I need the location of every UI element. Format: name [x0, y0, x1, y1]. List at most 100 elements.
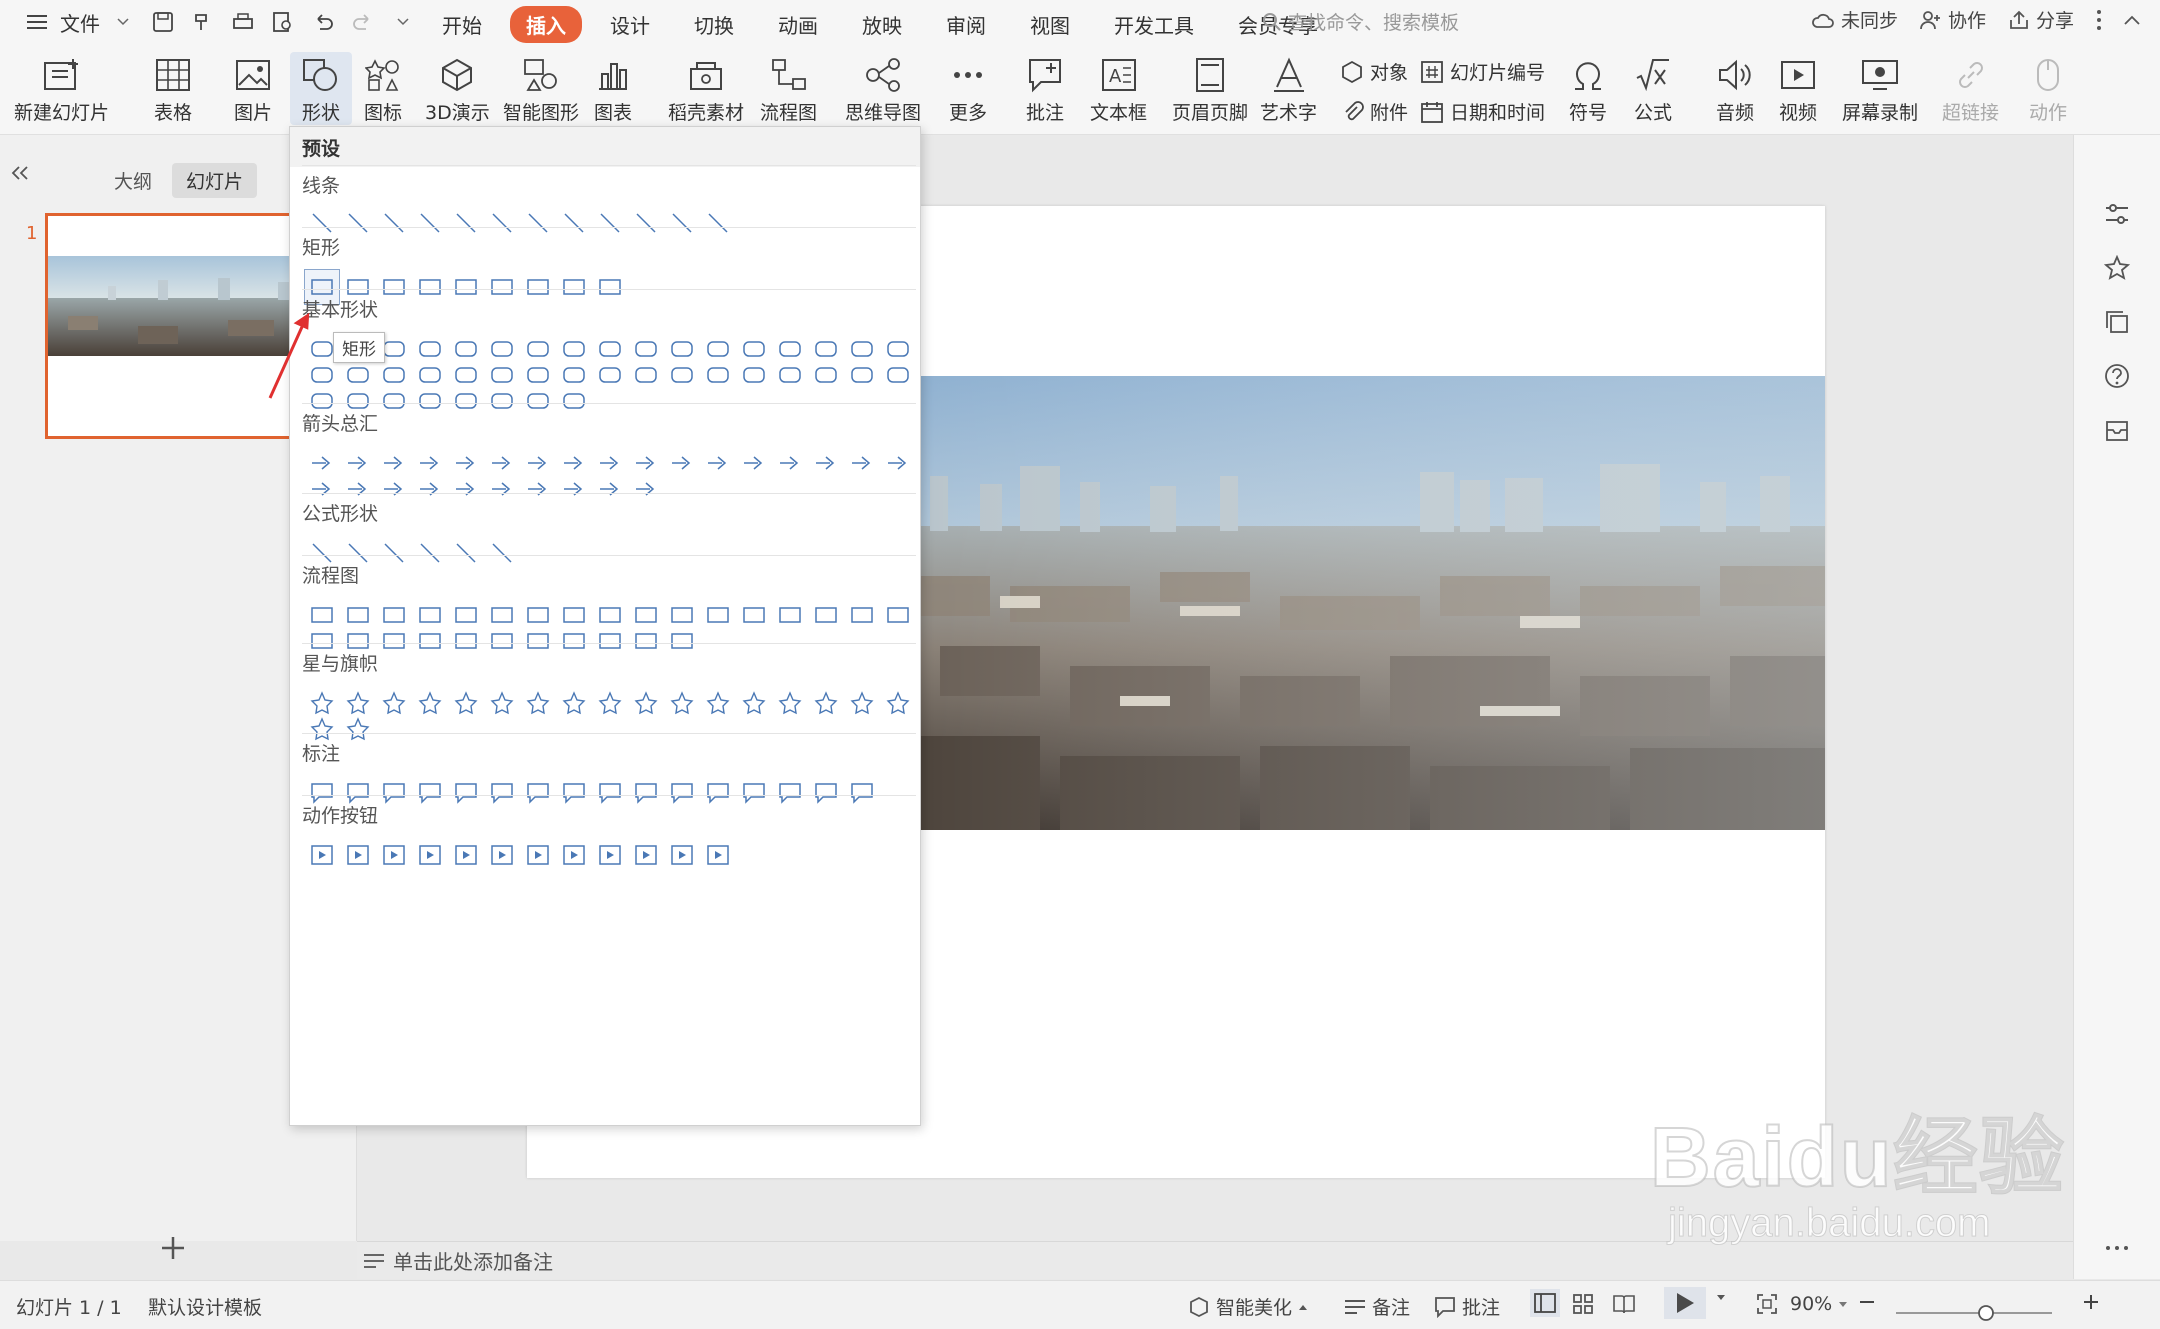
shape-option[interactable] [448, 535, 484, 571]
shape-option[interactable] [484, 383, 520, 419]
shape-option[interactable] [700, 357, 736, 393]
shape-option[interactable] [448, 269, 484, 305]
hamburger-icon[interactable] [20, 5, 54, 39]
more-button[interactable]: 更多 [945, 52, 991, 125]
shape-option[interactable] [376, 383, 412, 419]
comments-toggle[interactable]: 批注 [1434, 1293, 1500, 1320]
tab-insert[interactable]: 插入 [510, 6, 582, 43]
shape-option[interactable] [376, 685, 412, 721]
shape-option[interactable] [844, 685, 880, 721]
shape-option[interactable] [592, 471, 628, 507]
screen-record-button[interactable]: 屏幕录制 [1842, 52, 1918, 125]
tab-view[interactable]: 视图 [1014, 6, 1086, 43]
normal-view-button[interactable] [1530, 1289, 1560, 1317]
shape-option[interactable] [700, 445, 736, 481]
shape-option[interactable] [772, 597, 808, 633]
slide-number-button[interactable]: 幻灯片编号 [1420, 58, 1545, 85]
zoom-level[interactable]: 90% [1790, 1293, 1848, 1315]
shape-option[interactable] [340, 837, 376, 873]
shape-option[interactable] [376, 205, 412, 241]
share-button[interactable]: 分享 [2008, 6, 2074, 33]
shape-option[interactable] [808, 685, 844, 721]
shape-option[interactable] [664, 685, 700, 721]
shape-option[interactable] [700, 837, 736, 873]
shape-option[interactable] [844, 357, 880, 393]
shape-option[interactable] [484, 685, 520, 721]
shape-option[interactable] [700, 597, 736, 633]
sync-status[interactable]: 未同步 [1811, 6, 1898, 33]
shape-option[interactable] [556, 383, 592, 419]
shape-option[interactable] [412, 471, 448, 507]
symbol-button[interactable]: 符号 [1565, 52, 1611, 125]
notes-bar[interactable]: 单击此处添加备注 [357, 1241, 2073, 1279]
inbox-icon[interactable] [2100, 413, 2134, 447]
command-search[interactable]: 查找命令、搜索模板 [1262, 8, 1459, 35]
shape-option[interactable] [484, 623, 520, 659]
shape-option[interactable] [628, 205, 664, 241]
shape-option[interactable] [700, 775, 736, 811]
shape-option[interactable] [880, 685, 916, 721]
shape-option[interactable] [520, 685, 556, 721]
shape-option[interactable] [484, 837, 520, 873]
video-button[interactable]: 视频 [1775, 52, 1821, 125]
shape-option[interactable] [484, 269, 520, 305]
shape-option[interactable] [628, 775, 664, 811]
shape-option[interactable] [628, 685, 664, 721]
shape-option[interactable] [448, 383, 484, 419]
shape-option[interactable] [448, 837, 484, 873]
play-options-icon[interactable] [1716, 1293, 1726, 1301]
audio-button[interactable]: 音频 [1712, 52, 1758, 125]
shape-option[interactable] [412, 775, 448, 811]
shape-option[interactable] [412, 623, 448, 659]
shape-option[interactable] [520, 383, 556, 419]
shape-option[interactable] [520, 471, 556, 507]
action-button[interactable]: 动作 [2025, 52, 2071, 125]
shape-option[interactable] [844, 597, 880, 633]
tab-outline[interactable]: 大纲 [100, 163, 166, 198]
shape-option[interactable] [700, 205, 736, 241]
shape-option[interactable] [664, 775, 700, 811]
shape-option[interactable] [736, 597, 772, 633]
shape-option[interactable] [412, 205, 448, 241]
tab-slideshow[interactable]: 放映 [846, 6, 918, 43]
sorter-view-button[interactable] [1572, 1293, 1594, 1315]
notes-placeholder[interactable]: 单击此处添加备注 [393, 1246, 553, 1275]
flowchart-button[interactable]: 流程图 [760, 52, 817, 125]
shape-option[interactable] [592, 623, 628, 659]
copy-icon[interactable] [2100, 305, 2134, 339]
shape-option[interactable] [628, 623, 664, 659]
shape-option[interactable] [376, 535, 412, 571]
shape-option[interactable] [772, 685, 808, 721]
shape-option[interactable] [664, 205, 700, 241]
shape-option[interactable] [556, 205, 592, 241]
demo3d-button[interactable]: 3D演示 [425, 52, 490, 125]
search-input[interactable]: 查找命令、搜索模板 [1288, 8, 1459, 35]
shape-option[interactable] [772, 775, 808, 811]
shape-option[interactable] [412, 269, 448, 305]
shape-option[interactable] [448, 775, 484, 811]
shape-option[interactable] [556, 623, 592, 659]
collapse-ribbon-icon[interactable] [2124, 15, 2140, 25]
shape-option[interactable] [484, 205, 520, 241]
shape-option[interactable] [592, 269, 628, 305]
shape-option[interactable] [628, 837, 664, 873]
format-painter-icon[interactable] [186, 5, 220, 39]
tab-review[interactable]: 审阅 [930, 6, 1002, 43]
shape-option[interactable] [592, 357, 628, 393]
header-footer-button[interactable]: 页眉页脚 [1172, 52, 1248, 125]
zoom-slider[interactable] [1894, 1305, 2054, 1321]
shape-option[interactable] [412, 685, 448, 721]
hyperlink-button[interactable]: 超链接 [1942, 52, 1999, 125]
shape-option[interactable] [808, 357, 844, 393]
shape-option[interactable] [844, 445, 880, 481]
shape-option[interactable] [556, 269, 592, 305]
shape-option[interactable] [664, 357, 700, 393]
shape-option[interactable] [484, 775, 520, 811]
table-button[interactable]: 表格 [150, 52, 196, 125]
play-slideshow-button[interactable] [1664, 1287, 1706, 1319]
shape-option[interactable] [592, 205, 628, 241]
shape-option[interactable] [592, 685, 628, 721]
shape-option[interactable] [376, 623, 412, 659]
template-name[interactable]: 默认设计模板 [148, 1293, 262, 1320]
shape-option[interactable] [736, 775, 772, 811]
